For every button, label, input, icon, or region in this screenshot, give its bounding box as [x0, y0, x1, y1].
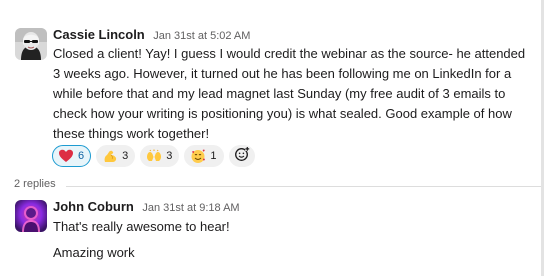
cassie-avatar[interactable] [15, 28, 47, 60]
reaction-count: 3 [122, 150, 129, 162]
message-body: Closed a client! Yay! I guess I would cr… [53, 44, 526, 144]
reply-header: John Coburn Jan 31st at 9:18 AM [53, 198, 240, 216]
flexed-biceps-icon [102, 148, 118, 164]
message-text-line: check how your writing is positioning yo… [53, 106, 512, 121]
reaction-count: 1 [210, 150, 217, 162]
parent-header: Cassie Lincoln Jan 31st at 5:02 AM [53, 26, 250, 44]
message-text-line: while before that and my lead magnet las… [53, 86, 506, 101]
message-text-line: Closed a client! Yay! I guess I would cr… [53, 46, 526, 61]
reply-text-line: Amazing work [53, 245, 135, 260]
reaction-count: 6 [78, 150, 85, 162]
message-text-line: 3 weeks ago. However, it turned out he h… [53, 66, 512, 81]
message-timestamp[interactable]: Jan 31st at 5:02 AM [153, 30, 250, 42]
heart-icon [58, 148, 74, 164]
message-timestamp[interactable]: Jan 31st at 9:18 AM [142, 202, 239, 214]
reaction-heart[interactable]: 6 [52, 145, 92, 167]
reply-message: John Coburn Jan 31st at 9:18 AM That's r… [0, 192, 540, 276]
john-avatar[interactable] [15, 200, 47, 232]
reaction-count: 3 [166, 150, 173, 162]
reaction-flexed-biceps[interactable]: 3 [96, 145, 136, 167]
reaction-bar: 6 3 3 1 [52, 145, 255, 167]
smiling-face-with-hearts-icon [190, 148, 206, 164]
reaction-smiling-face-with-hearts[interactable]: 1 [184, 145, 224, 167]
replies-count[interactable]: 2 replies [14, 178, 56, 190]
add-reaction-button[interactable] [228, 145, 255, 167]
author-name[interactable]: John Coburn [53, 199, 134, 214]
raising-hands-icon [146, 148, 162, 164]
author-name[interactable]: Cassie Lincoln [53, 27, 145, 42]
reaction-raising-hands[interactable]: 3 [140, 145, 180, 167]
reply-text-line: That's really awesome to hear! [53, 219, 230, 234]
divider [66, 186, 541, 187]
add-reaction-icon [234, 146, 250, 167]
message-text-line: these things work together! [53, 126, 210, 141]
parent-message: Cassie Lincoln Jan 31st at 5:02 AM Close… [0, 0, 540, 172]
slack-thread: Cassie Lincoln Jan 31st at 5:02 AM Close… [0, 0, 544, 276]
